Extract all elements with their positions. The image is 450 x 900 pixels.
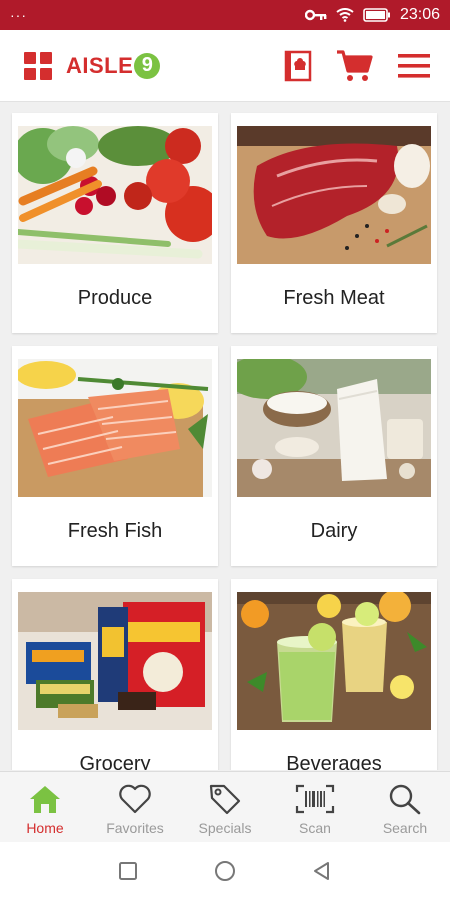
category-label: Fresh Meat (283, 287, 385, 309)
grocery-image (18, 592, 212, 730)
battery-icon (363, 8, 391, 22)
category-label: Beverages (286, 753, 382, 770)
grid-logo-icon[interactable] (24, 51, 52, 80)
notification-indicator: ··· (10, 7, 27, 23)
fresh-meat-image (237, 126, 431, 264)
tag-icon (208, 782, 242, 816)
home-icon (28, 782, 62, 816)
nav-specials[interactable]: Specials (180, 772, 270, 842)
nav-scan[interactable]: Scan (270, 772, 360, 842)
category-label: Dairy (310, 520, 358, 542)
nav-specials-label: Specials (198, 820, 252, 836)
beverages-image (237, 592, 431, 730)
brand-logo-nine: 9 (134, 52, 161, 79)
nav-favorites[interactable]: Favorites (90, 772, 180, 842)
system-nav-bar (0, 842, 450, 900)
shopping-cart-icon[interactable] (336, 49, 374, 83)
dairy-image (237, 359, 431, 497)
recent-apps-icon[interactable] (118, 861, 138, 881)
produce-image (18, 126, 212, 264)
nav-home-label: Home (26, 820, 64, 836)
app-header: AISLE 9 (0, 30, 450, 102)
heart-icon (118, 782, 152, 816)
category-card-dairy[interactable]: Dairy (231, 346, 437, 566)
category-label: Grocery (79, 753, 151, 770)
nav-favorites-label: Favorites (106, 820, 164, 836)
nav-scan-label: Scan (299, 820, 331, 836)
brand-name: AISLE (66, 52, 134, 78)
category-label: Fresh Fish (67, 520, 163, 542)
category-card-beverages[interactable]: Beverages (231, 579, 437, 770)
fresh-fish-image (18, 359, 212, 497)
nav-home[interactable]: Home (0, 772, 90, 842)
category-label: Produce (77, 287, 153, 309)
recipe-book-icon[interactable] (284, 50, 312, 82)
key-icon (304, 9, 327, 21)
status-bar: ··· 23:06 (0, 0, 450, 30)
nav-search-label: Search (382, 820, 428, 836)
nav-search[interactable]: Search (360, 772, 450, 842)
barcode-scan-icon (295, 782, 335, 816)
home-circle-icon[interactable] (214, 860, 236, 882)
search-icon (388, 782, 422, 816)
bottom-nav: Home Favorites Specials Scan Search (0, 771, 450, 842)
category-card-grocery[interactable]: Grocery (12, 579, 218, 770)
brand: AISLE 9 (24, 51, 284, 80)
menu-icon[interactable] (398, 53, 430, 79)
status-time: 23:06 (399, 6, 440, 23)
category-card-fresh-fish[interactable]: Fresh Fish (12, 346, 218, 566)
category-card-produce[interactable]: Produce (12, 113, 218, 333)
back-icon[interactable] (312, 861, 332, 881)
category-grid-container[interactable]: Produce Fresh Meat Fresh Fish Dairy Groc… (0, 103, 450, 770)
category-card-fresh-meat[interactable]: Fresh Meat (231, 113, 437, 333)
wifi-icon (336, 8, 354, 22)
